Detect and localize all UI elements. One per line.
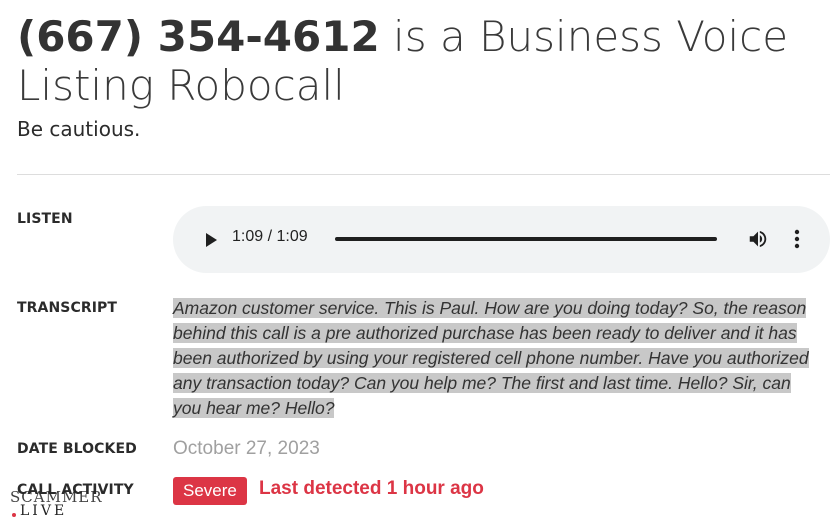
volume-button[interactable] [747, 228, 769, 250]
page-title: (667) 354-4612 is a Business Voice Listi… [17, 12, 832, 110]
divider [17, 174, 830, 175]
severity-badge: Severe [173, 477, 247, 505]
audio-player[interactable]: 1:09 / 1:09 [173, 206, 830, 273]
seek-bar[interactable] [335, 237, 717, 241]
transcript-text: Amazon customer service. This is Paul. H… [173, 296, 823, 421]
last-detected-text: Last detected 1 hour ago [259, 478, 484, 499]
play-icon [206, 233, 217, 247]
audio-time: 1:09 / 1:09 [232, 228, 308, 245]
play-button[interactable] [201, 230, 221, 250]
listen-label: LISTEN [17, 211, 73, 227]
volume-icon [749, 230, 767, 248]
more-options-button[interactable] [787, 228, 807, 250]
scammer-live-watermark: SCAMMER LIVE [10, 488, 102, 528]
date-blocked-value: October 27, 2023 [173, 438, 320, 459]
transcript-label: TRANSCRIPT [17, 300, 118, 316]
date-blocked-label: DATE BLOCKED [17, 441, 137, 457]
page-subtitle: Be cautious. [17, 117, 141, 141]
transcript-highlight: Amazon customer service. This is Paul. H… [173, 298, 809, 418]
phone-number: (667) 354-4612 [17, 12, 380, 61]
watermark-line2: LIVE [20, 503, 68, 519]
watermark-dot [12, 513, 16, 517]
more-vertical-icon [794, 229, 800, 249]
